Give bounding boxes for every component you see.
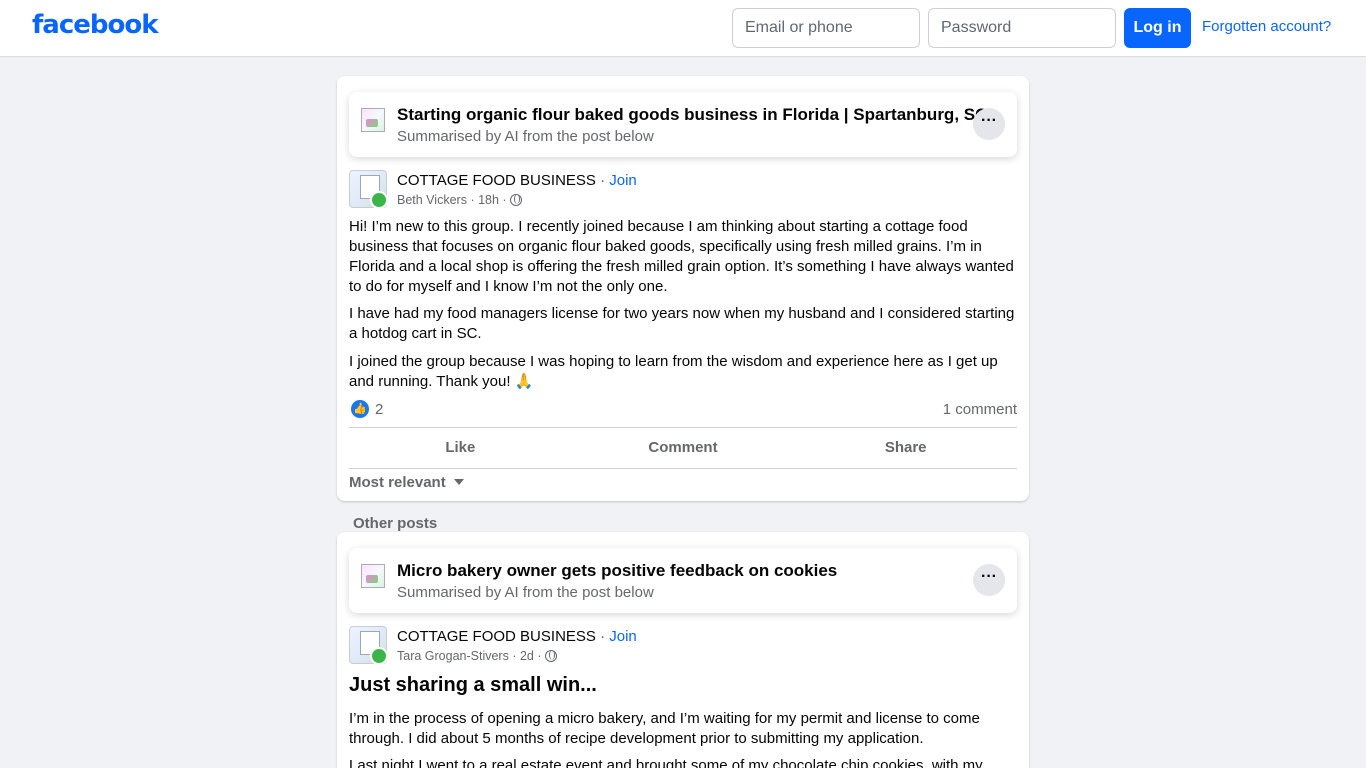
- group-avatar[interactable]: [349, 626, 388, 665]
- login-button[interactable]: Log in: [1124, 8, 1191, 48]
- post-card: Starting organic flour baked goods busin…: [337, 76, 1029, 501]
- group-line: COTTAGE FOOD BUSINESS · Join: [397, 628, 637, 645]
- reactions-bar: 👍 2 1 comment: [349, 398, 1017, 422]
- caret-down-icon: [453, 479, 464, 485]
- post-paragraph: I have had my food managers license for …: [349, 305, 1015, 342]
- post-actions: Like Comment Share: [349, 427, 1017, 469]
- post-meta: Beth Vickers · 18h ·: [397, 193, 523, 207]
- summary-title: Starting organic flour baked goods busin…: [397, 105, 988, 124]
- password-field[interactable]: [928, 8, 1116, 48]
- other-posts-heading: Other posts: [353, 515, 438, 532]
- top-bar: facebook Log in Forgotten account?: [0, 0, 1366, 57]
- like-reaction-icon[interactable]: 👍: [351, 400, 369, 418]
- author-name[interactable]: Beth Vickers: [397, 193, 467, 207]
- comment-button[interactable]: Comment: [572, 428, 795, 468]
- ai-summary-box: Starting organic flour baked goods busin…: [349, 92, 1017, 157]
- more-options-button[interactable]: ···: [973, 108, 1005, 140]
- group-avatar[interactable]: [349, 170, 388, 209]
- more-options-button[interactable]: ···: [973, 564, 1005, 596]
- post-meta: Tara Grogan-Stivers · 2d ·: [397, 649, 558, 663]
- group-name-link[interactable]: COTTAGE FOOD BUSINESS: [397, 628, 596, 645]
- forgotten-account-link[interactable]: Forgotten account?: [1202, 18, 1331, 35]
- globe-icon: [510, 194, 523, 206]
- reaction-count[interactable]: 2: [375, 401, 383, 418]
- ai-summary-box: Micro bakery owner gets positive feedbac…: [349, 548, 1017, 613]
- email-field[interactable]: [732, 8, 920, 48]
- group-line: COTTAGE FOOD BUSINESS · Join: [397, 172, 637, 189]
- post-paragraph: Last night I went to a real estate event…: [349, 757, 983, 768]
- facebook-logo[interactable]: facebook: [32, 10, 159, 40]
- sort-label: Most relevant: [349, 474, 446, 491]
- summary-thumbnail-image: [361, 108, 385, 132]
- summary-thumbnail-image: [361, 564, 385, 588]
- post-heading: Just sharing a small win...: [349, 674, 597, 696]
- group-name-link[interactable]: COTTAGE FOOD BUSINESS: [397, 172, 596, 189]
- join-group-link[interactable]: · Join: [600, 172, 637, 189]
- comment-count[interactable]: 1 comment: [943, 401, 1017, 418]
- post-paragraph: Hi! I’m new to this group. I recently jo…: [349, 218, 1014, 295]
- post-paragraph: I’m in the process of opening a micro ba…: [349, 710, 980, 747]
- like-button[interactable]: Like: [349, 428, 572, 468]
- globe-icon: [545, 650, 558, 662]
- summary-subtitle: Summarised by AI from the post below: [397, 128, 654, 145]
- summary-subtitle: Summarised by AI from the post below: [397, 584, 654, 601]
- post-paragraph: I joined the group because I was hoping …: [349, 353, 998, 390]
- author-name[interactable]: Tara Grogan-Stivers: [397, 649, 509, 663]
- summary-title: Micro bakery owner gets positive feedbac…: [397, 561, 838, 580]
- post-time[interactable]: · 2d ·: [512, 649, 541, 663]
- comment-sort-dropdown[interactable]: Most relevant: [349, 474, 464, 491]
- share-button[interactable]: Share: [794, 428, 1017, 468]
- join-group-link[interactable]: · Join: [600, 628, 637, 645]
- post-card: Micro bakery owner gets positive feedbac…: [337, 532, 1029, 768]
- post-time[interactable]: · 18h ·: [470, 193, 506, 207]
